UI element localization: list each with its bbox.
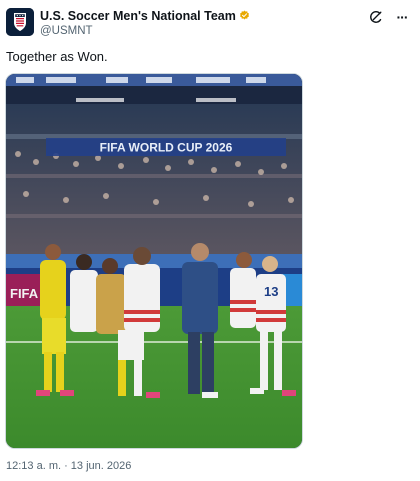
- svg-text:13: 13: [264, 284, 278, 299]
- us-soccer-crest-icon: [6, 8, 34, 36]
- account-avatar[interactable]: [6, 8, 34, 36]
- grok-button[interactable]: [368, 9, 384, 25]
- grok-icon: [370, 11, 382, 23]
- tweet-timestamp[interactable]: 12:13 a. m. · 13 jun. 2026: [6, 460, 131, 472]
- world-cup-banner: FIFA WORLD CUP 2026: [100, 141, 233, 155]
- fifa-board-text: FIFA: [10, 286, 39, 301]
- account-display-name[interactable]: U.S. Soccer Men's National Team: [40, 9, 250, 23]
- verified-badge-icon: [239, 10, 249, 20]
- tweet-post: U.S. Soccer Men's National Team @USMNT ·…: [0, 0, 420, 481]
- header-actions: ···: [368, 9, 410, 25]
- tweet-photo[interactable]: FIFA WORLD CUP 2026 FIFA 13: [5, 73, 303, 449]
- more-icon: ···: [396, 9, 409, 25]
- account-handle[interactable]: @USMNT: [40, 25, 93, 37]
- more-options-button[interactable]: ···: [394, 9, 410, 25]
- team-celebration-photo: FIFA WORLD CUP 2026 FIFA 13: [6, 74, 302, 448]
- tweet-text: Together as Won.: [6, 49, 108, 64]
